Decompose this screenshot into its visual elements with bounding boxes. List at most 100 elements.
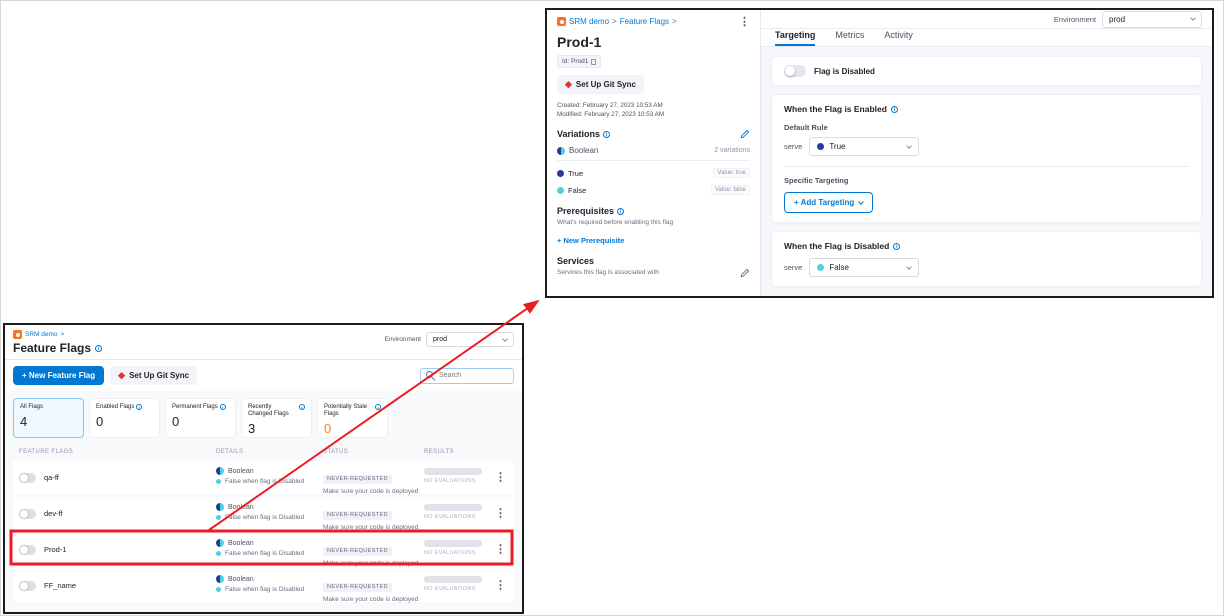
info-icon[interactable] xyxy=(891,106,898,113)
breadcrumb-project-link[interactable]: SRM demo xyxy=(25,331,58,338)
serve-value: False xyxy=(829,263,849,272)
git-sync-button[interactable]: ◆ Set Up Git Sync xyxy=(110,366,197,385)
evaluations-label: NO EVALUATIONS xyxy=(424,478,482,484)
new-prerequisite-link[interactable]: + New Prerequisite xyxy=(557,236,750,245)
status-message: Make sure your code is deployed xyxy=(323,596,418,603)
edit-services-icon[interactable] xyxy=(740,268,750,278)
flag-toggle[interactable] xyxy=(19,581,36,591)
flag-menu-icon[interactable]: ⋮ xyxy=(739,17,750,28)
status-message: Make sure your code is deployed xyxy=(323,560,418,567)
stat-card-permanent-flags[interactable]: Permanent Flags 0 xyxy=(165,398,236,438)
variation-row-false: False Value: false xyxy=(557,185,750,195)
srm-module-icon xyxy=(557,17,566,26)
breadcrumb-project-link[interactable]: SRM demo xyxy=(569,17,609,26)
stat-value: 0 xyxy=(324,421,381,436)
modified-timestamp: Modified: February 27, 2023 10:53 AM xyxy=(557,111,750,118)
info-icon[interactable] xyxy=(95,345,102,352)
variation-type-row: Boolean 2 variations xyxy=(557,146,750,161)
boolean-variation-icon xyxy=(216,575,224,583)
true-variation-dot xyxy=(557,170,564,177)
copy-icon[interactable] xyxy=(591,59,596,65)
environment-label: Environment xyxy=(385,336,422,343)
row-menu-icon[interactable]: ⋮ xyxy=(495,472,506,483)
stat-card-all-flags[interactable]: All Flags 4 xyxy=(13,398,84,438)
tab-targeting[interactable]: Targeting xyxy=(775,30,815,46)
results-bar xyxy=(424,468,482,475)
new-feature-flag-button[interactable]: + New Feature Flag xyxy=(13,366,104,385)
info-icon[interactable] xyxy=(893,243,900,250)
status-message: Make sure your code is deployed xyxy=(323,524,418,531)
list-header: SRM demo > Feature Flags Environment pro… xyxy=(5,325,522,360)
flag-type: Boolean xyxy=(228,504,254,511)
boolean-variation-icon xyxy=(216,467,224,475)
false-variation-dot xyxy=(216,479,221,484)
stat-card-enabled-flags[interactable]: Enabled Flags 0 xyxy=(89,398,160,438)
chevron-down-icon xyxy=(858,199,864,205)
off-variation-label: False when flag is Disabled xyxy=(225,514,304,521)
disabled-serve-select[interactable]: False xyxy=(809,258,919,277)
flag-detail-main: Environment prod Targeting Metrics Activ… xyxy=(761,10,1212,296)
tab-metrics[interactable]: Metrics xyxy=(835,30,864,46)
column-header: DETAILS xyxy=(216,449,243,455)
row-menu-icon[interactable]: ⋮ xyxy=(495,508,506,519)
prerequisites-description: What's required before enabling this fla… xyxy=(557,219,750,226)
environment-bar: Environment prod xyxy=(385,332,515,347)
stat-card-potentially-stale-flags[interactable]: Potentially Stale Flags 0 xyxy=(317,398,388,438)
info-icon[interactable] xyxy=(136,404,142,410)
enabled-heading: When the Flag is Enabled xyxy=(784,104,1189,114)
stat-value: 0 xyxy=(96,414,153,429)
variation-name: False xyxy=(568,186,586,195)
divider xyxy=(784,166,1189,167)
tab-activity[interactable]: Activity xyxy=(884,30,913,46)
default-rule-serve-select[interactable]: True xyxy=(809,137,919,156)
flags-table: FEATURE FLAGS DETAILS STATUS RESULTS qa-… xyxy=(5,445,522,612)
search-input[interactable] xyxy=(439,372,509,379)
table-row-dev-ff[interactable]: dev-ff Boolean False when flag is Disabl… xyxy=(13,497,514,530)
table-row-qa-ff[interactable]: qa-ff Boolean False when flag is Disable… xyxy=(13,461,514,494)
services-heading: Services xyxy=(557,256,594,266)
search-box xyxy=(420,368,514,384)
edit-variations-icon[interactable] xyxy=(740,129,750,139)
enabled-rules-card: When the Flag is Enabled Default Rule se… xyxy=(771,94,1202,223)
row-menu-icon[interactable]: ⋮ xyxy=(495,544,506,555)
evaluations-label: NO EVALUATIONS xyxy=(424,550,482,556)
services-description: Services this flag is associated with xyxy=(557,269,659,276)
results-bar xyxy=(424,540,482,547)
row-menu-icon[interactable]: ⋮ xyxy=(495,580,506,591)
detail-tab-bar: Targeting Metrics Activity xyxy=(761,29,1212,47)
environment-value: prod xyxy=(433,336,447,343)
info-icon[interactable] xyxy=(617,208,624,215)
flag-toggle[interactable] xyxy=(19,509,36,519)
environment-select[interactable]: prod xyxy=(1102,11,1202,28)
info-icon[interactable] xyxy=(375,404,381,410)
flag-enabled-toggle[interactable] xyxy=(784,65,806,77)
info-icon[interactable] xyxy=(603,131,610,138)
breadcrumb-section-link[interactable]: Feature Flags xyxy=(620,17,669,26)
flag-title: Prod-1 xyxy=(557,34,750,50)
info-icon[interactable] xyxy=(220,404,226,410)
breadcrumb: SRM demo > Feature Flags > xyxy=(557,17,677,26)
table-row-ff-name[interactable]: FF_name Boolean False when flag is Disab… xyxy=(13,569,514,602)
disabled-rules-card: When the Flag is Disabled serve False xyxy=(771,231,1202,287)
environment-bar: Environment prod xyxy=(761,10,1212,29)
table-row-prod-1[interactable]: Prod-1 Boolean False when flag is Disabl… xyxy=(13,533,514,566)
flag-name: FF_name xyxy=(44,581,76,590)
column-header: RESULTS xyxy=(424,449,454,455)
off-variation-label: False when flag is Disabled xyxy=(225,478,304,485)
flag-id-badge[interactable]: Id: Prod1 xyxy=(557,55,601,68)
variation-row-true: True Value: true xyxy=(557,168,750,178)
flag-toggle[interactable] xyxy=(19,473,36,483)
boolean-variation-icon xyxy=(557,147,565,155)
stat-card-recently-changed-flags[interactable]: Recently Changed Flags 3 xyxy=(241,398,312,438)
evaluations-label: NO EVALUATIONS xyxy=(424,514,482,520)
off-variation-label: False when flag is Disabled xyxy=(225,586,304,593)
chevron-down-icon xyxy=(907,264,913,270)
status-badge: NEVER-REQUESTED xyxy=(323,511,392,520)
flag-toggle[interactable] xyxy=(19,545,36,555)
git-diamond-icon: ◆ xyxy=(118,371,125,380)
info-icon[interactable] xyxy=(299,404,305,410)
search-icon xyxy=(426,371,435,380)
add-targeting-button[interactable]: + Add Targeting xyxy=(784,192,873,213)
git-sync-button[interactable]: ◆ Set Up Git Sync xyxy=(557,75,644,94)
environment-select[interactable]: prod xyxy=(426,332,514,347)
